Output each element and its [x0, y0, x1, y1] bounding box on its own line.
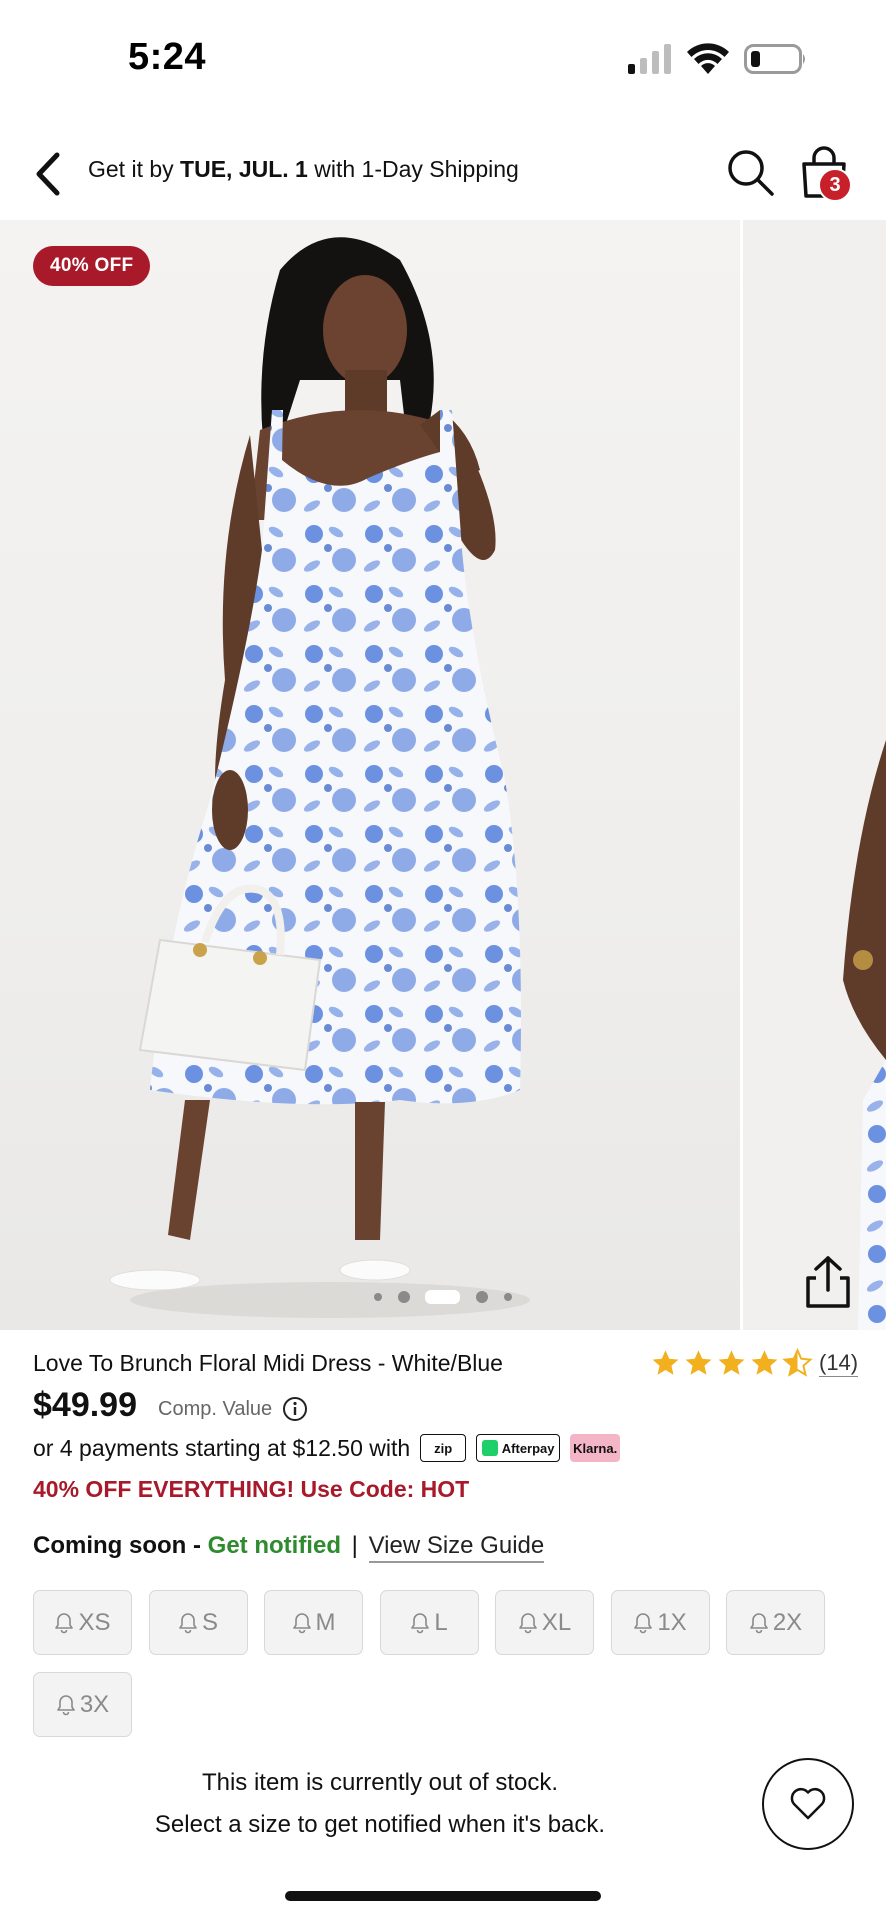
size-option-1x[interactable]: 1X — [610, 1590, 710, 1655]
heart-icon — [790, 1787, 826, 1820]
zip-logo[interactable]: zip — [420, 1434, 467, 1462]
size-option-s[interactable]: S — [148, 1590, 248, 1655]
bell-icon — [179, 1612, 197, 1633]
star-icon — [718, 1349, 745, 1375]
bell-icon — [634, 1612, 653, 1633]
pagination-dot-active[interactable] — [425, 1290, 460, 1304]
back-chevron-icon — [36, 152, 60, 196]
installment-offer: or 4 payments starting at $12.50 with zi… — [33, 1434, 621, 1462]
delivery-suffix: with 1-Day Shipping — [307, 156, 519, 182]
size-label: L — [434, 1608, 448, 1636]
product-title: Love To Brunch Floral Midi Dress - White… — [33, 1350, 503, 1376]
size-option-m[interactable]: M — [264, 1590, 363, 1655]
half-star-icon — [782, 1347, 813, 1377]
afterpay-label: Afterpay — [501, 1440, 555, 1456]
bell-icon — [55, 1612, 74, 1633]
out-of-stock-message: This item is currently out of stock. Sel… — [100, 1762, 660, 1846]
cellular-signal-icon — [628, 44, 671, 74]
size-label: 2X — [772, 1608, 803, 1636]
search-icon[interactable] — [724, 146, 776, 198]
delivery-prefix: Get it by — [88, 156, 181, 182]
pagination-dot[interactable] — [476, 1291, 488, 1303]
info-icon[interactable] — [282, 1396, 308, 1422]
comp-value: Comp. Value — [158, 1396, 308, 1422]
bell-icon — [750, 1612, 768, 1633]
bell-icon — [57, 1694, 75, 1715]
bell-icon — [292, 1612, 311, 1633]
size-guide-link[interactable]: View Size Guide — [368, 1532, 545, 1563]
installment-text: or 4 payments starting at $12.50 with — [33, 1434, 411, 1461]
size-label: XS — [78, 1608, 111, 1636]
product-price: $49.99 — [33, 1386, 137, 1424]
star-icon — [751, 1349, 778, 1375]
bell-icon — [519, 1612, 537, 1633]
cart-count-badge: 3 — [818, 168, 852, 202]
back-button[interactable] — [24, 144, 72, 204]
get-notified-link[interactable]: Get notified — [208, 1532, 341, 1559]
discount-badge: 40% OFF — [33, 246, 151, 286]
battery-icon — [744, 44, 805, 74]
model-photo-illustration — [109, 237, 530, 1318]
out-of-stock-line-2: Select a size to get notified when it's … — [154, 1811, 606, 1838]
size-label: 3X — [79, 1690, 110, 1718]
separator: | — [351, 1532, 358, 1559]
size-option-xl[interactable]: XL — [495, 1590, 594, 1655]
product-rating[interactable]: (14) — [650, 1346, 859, 1380]
product-photo — [0, 220, 740, 1330]
size-label: 1X — [657, 1608, 687, 1636]
comp-value-label: Comp. Value — [158, 1397, 273, 1420]
review-count-link[interactable]: (14) — [819, 1350, 859, 1377]
star-icon — [685, 1349, 712, 1375]
size-option-3x[interactable]: 3X — [33, 1672, 132, 1737]
delivery-date: TUE, JUL. 1 — [180, 156, 308, 182]
top-bar: Get it by TUE, JUL. 1 with 1-Day Shippin… — [0, 130, 886, 220]
afterpay-mark-icon — [481, 1440, 498, 1456]
promo-message: 40% OFF EVERYTHING! Use Code: HOT — [33, 1476, 470, 1502]
pagination-dot[interactable] — [398, 1291, 410, 1303]
product-image-carousel[interactable]: 40% OFF — [0, 220, 886, 1330]
status-bar: 5:24 — [0, 0, 886, 120]
home-indicator — [285, 1891, 601, 1901]
size-label: XL — [541, 1608, 572, 1636]
size-label: M — [315, 1608, 336, 1636]
size-option-l[interactable]: L — [379, 1590, 479, 1655]
next-photo-illustration — [843, 740, 886, 1330]
share-icon[interactable] — [802, 1254, 854, 1310]
wishlist-button[interactable] — [762, 1758, 854, 1850]
delivery-estimate: Get it by TUE, JUL. 1 with 1-Day Shippin… — [88, 156, 519, 183]
wifi-icon — [687, 43, 729, 74]
status-time: 5:24 — [128, 36, 207, 78]
size-option-2x[interactable]: 2X — [726, 1590, 825, 1655]
pagination-dot[interactable] — [504, 1293, 512, 1301]
next-product-photo-peek — [743, 220, 886, 1330]
coming-soon-label: Coming soon — [33, 1532, 187, 1559]
pagination-dot[interactable] — [374, 1293, 382, 1301]
out-of-stock-line-1: This item is currently out of stock. — [201, 1769, 559, 1796]
carousel-pagination — [0, 1288, 740, 1308]
size-label: S — [201, 1608, 218, 1636]
availability-dash: - — [186, 1532, 208, 1559]
afterpay-logo[interactable]: Afterpay — [476, 1434, 561, 1462]
klarna-logo[interactable]: Klarna. — [570, 1434, 621, 1462]
bell-icon — [411, 1612, 430, 1633]
star-icon — [652, 1349, 679, 1375]
size-option-xs[interactable]: XS — [33, 1590, 132, 1655]
availability-row: Coming soon - Get notified | View Size G… — [33, 1532, 545, 1563]
